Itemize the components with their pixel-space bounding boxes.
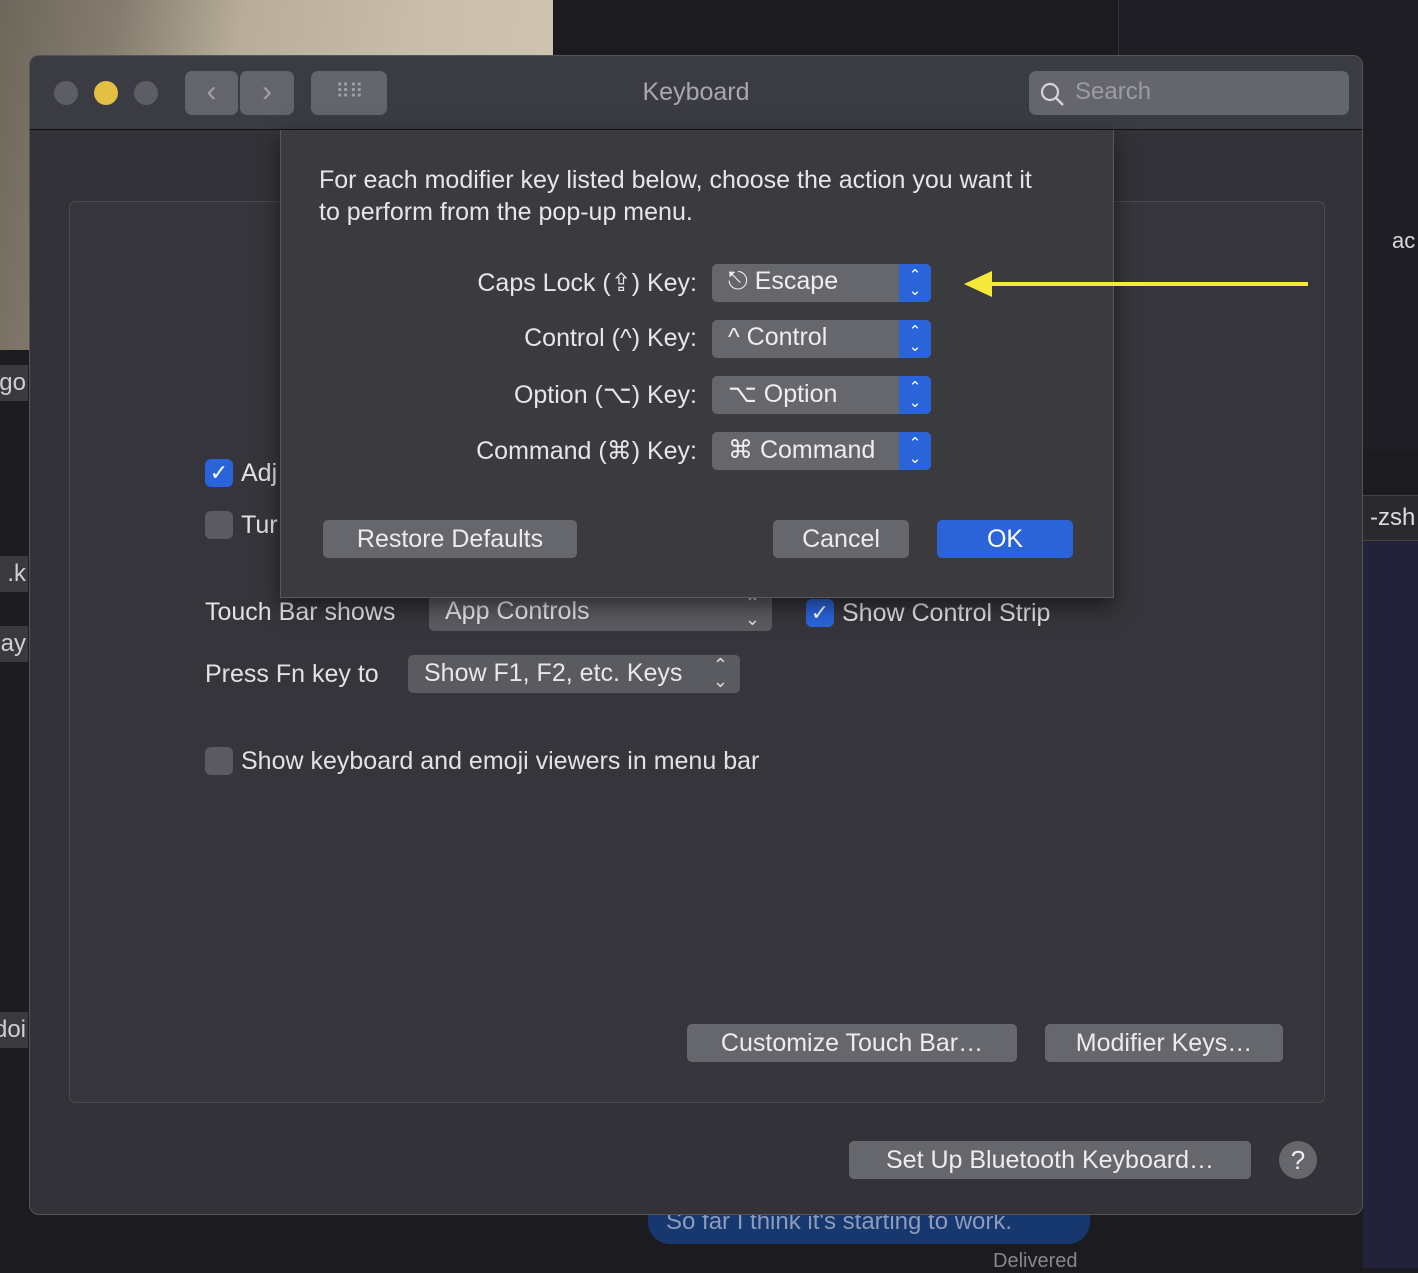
- search-placeholder: Search: [1075, 78, 1152, 105]
- bluetooth-keyboard-button[interactable]: Set Up Bluetooth Keyboard…: [849, 1141, 1251, 1179]
- fn-key-label: Press Fn key to: [205, 660, 379, 688]
- control-popup[interactable]: ^ Control ⌃ ⌄: [712, 320, 931, 358]
- show-viewers-checkbox[interactable]: [205, 747, 233, 775]
- caps-lock-value: ⎋ Escape: [728, 267, 839, 295]
- touch-bar-value: App Controls: [445, 597, 590, 625]
- background-bubble: doi: [0, 1012, 28, 1048]
- cancel-button[interactable]: Cancel: [773, 520, 909, 558]
- option-label: Option (⌥) Key:: [513, 381, 697, 409]
- touch-bar-popup[interactable]: App Controls ⌃ ⌄: [429, 593, 772, 631]
- title-bar: ‹ › ⠿⠿ Keyboard Search: [30, 56, 1362, 130]
- background-bubble: k.: [0, 556, 28, 592]
- search-icon: [1040, 82, 1064, 106]
- chevron-updown-icon: ⌃ ⌄: [712, 655, 728, 691]
- touch-bar-label: Touch Bar shows: [205, 598, 396, 626]
- option-popup[interactable]: ⌥ Option ⌃ ⌄: [712, 376, 931, 414]
- modifier-keys-sheet: For each modifier key listed below, choo…: [280, 130, 1114, 598]
- caps-lock-popup[interactable]: ⎋ Escape ⌃ ⌄: [712, 264, 931, 302]
- customize-touch-bar-button[interactable]: Customize Touch Bar…: [687, 1024, 1017, 1062]
- adjust-label: Adj: [241, 459, 278, 487]
- background-text: ac: [1392, 228, 1416, 253]
- annotation-arrow-icon: [964, 271, 1308, 297]
- chevron-updown-icon: ⌃ ⌄: [899, 264, 931, 302]
- control-label: Control (^) Key:: [524, 324, 697, 352]
- chevron-updown-icon: ⌃ ⌄: [899, 320, 931, 358]
- option-value: ⌥ Option: [728, 380, 838, 408]
- command-label: Command (⌘) Key:: [476, 437, 697, 465]
- chevron-updown-icon: ⌃ ⌄: [899, 432, 931, 470]
- show-control-strip-label: Show Control Strip: [842, 599, 1051, 627]
- fn-key-value: Show F1, F2, etc. Keys: [424, 659, 683, 687]
- control-value: ^ Control: [728, 323, 828, 351]
- ok-button[interactable]: OK: [937, 520, 1073, 558]
- chevron-updown-icon: ⌃ ⌄: [899, 376, 931, 414]
- chevron-updown-icon: ⌃ ⌄: [744, 593, 760, 629]
- fn-key-popup[interactable]: Show F1, F2, etc. Keys ⌃ ⌄: [408, 655, 740, 693]
- message-status: Delivered: [993, 1250, 1078, 1272]
- terminal-tab[interactable]: -zsh: [1363, 495, 1418, 541]
- help-button[interactable]: ?: [1279, 1141, 1317, 1179]
- show-viewers-label: Show keyboard and emoji viewers in menu …: [241, 747, 760, 775]
- turn-label: Tur: [241, 511, 278, 539]
- adjust-checkbox[interactable]: ✓: [205, 459, 233, 487]
- turn-checkbox[interactable]: [205, 511, 233, 539]
- terminal-background: [1363, 541, 1418, 1268]
- caps-lock-label: Caps Lock (⇪) Key:: [477, 269, 697, 297]
- show-control-strip-checkbox[interactable]: ✓: [806, 599, 834, 627]
- command-popup[interactable]: ⌘ Command ⌃ ⌄: [712, 432, 931, 470]
- search-input[interactable]: Search: [1029, 71, 1349, 115]
- modifier-keys-button[interactable]: Modifier Keys…: [1045, 1024, 1283, 1062]
- restore-defaults-button[interactable]: Restore Defaults: [323, 520, 577, 558]
- sheet-description: For each modifier key listed below, choo…: [319, 166, 1032, 226]
- command-value: ⌘ Command: [728, 436, 876, 464]
- background-bubble: go: [0, 365, 28, 401]
- background-bubble: ay: [0, 626, 28, 662]
